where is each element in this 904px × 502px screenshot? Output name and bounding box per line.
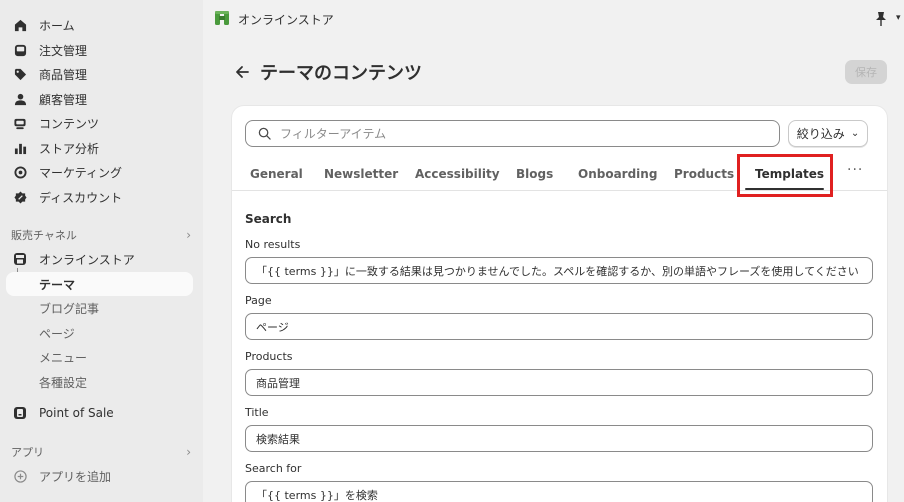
sidebar-item-label: ブログ記事 bbox=[39, 301, 100, 316]
tab-accessibility[interactable]: Accessibility bbox=[415, 156, 500, 191]
sidebar-item-label: ディスカウント bbox=[39, 190, 123, 205]
content-icon bbox=[12, 115, 28, 131]
sales-channels-label: 販売チャネル bbox=[11, 229, 77, 242]
sidebar-item-settings[interactable]: 各種設定 bbox=[6, 370, 193, 394]
more-tabs-button[interactable]: ··· bbox=[847, 162, 863, 178]
filter-search-input[interactable] bbox=[280, 126, 760, 141]
filter-button-label: 絞り込み bbox=[796, 127, 845, 141]
sidebar-item-label: マーケティング bbox=[39, 165, 123, 180]
store-name[interactable]: オンラインストア bbox=[238, 11, 334, 28]
sidebar-item-label: メニュー bbox=[39, 350, 88, 365]
store-icon bbox=[12, 251, 28, 267]
tab-blogs[interactable]: Blogs bbox=[516, 156, 553, 191]
sidebar-item-marketing[interactable]: マーケティング bbox=[6, 160, 193, 184]
search-icon bbox=[258, 127, 271, 140]
chevron-down-icon: ⌄ bbox=[850, 128, 860, 139]
save-button[interactable]: 保存 bbox=[845, 60, 887, 84]
sales-channels-header[interactable]: 販売チャネル › bbox=[11, 226, 191, 244]
plus-circle-icon bbox=[12, 468, 28, 484]
pin-icon[interactable] bbox=[874, 11, 888, 27]
page-title: テーマのコンテンツ bbox=[260, 63, 422, 84]
tab-newsletter[interactable]: Newsletter bbox=[324, 156, 398, 191]
field-label-products: Products bbox=[245, 350, 293, 363]
field-label-no-results: No results bbox=[245, 238, 301, 251]
tab-onboarding[interactable]: Onboarding bbox=[578, 156, 657, 191]
sidebar-item-label: 商品管理 bbox=[39, 67, 88, 82]
sidebar-item-add-app[interactable]: アプリを追加 bbox=[6, 464, 193, 488]
no-results-input[interactable]: 「{{ terms }}」に一致する結果は見つかりませんでした。スペルを確認する… bbox=[245, 257, 873, 284]
field-label-search-for: Search for bbox=[245, 462, 302, 475]
highlight-annotation-box bbox=[737, 154, 833, 197]
sidebar-item-label: 注文管理 bbox=[39, 43, 88, 58]
products-input[interactable]: 商品管理 bbox=[245, 369, 873, 396]
tab-general[interactable]: General bbox=[250, 156, 303, 191]
sidebar-item-pages[interactable]: ページ bbox=[6, 321, 193, 345]
title-input[interactable]: 検索結果 bbox=[245, 425, 873, 452]
sidebar-item-label: 各種設定 bbox=[39, 375, 88, 390]
filter-button[interactable]: 絞り込み ⌄ bbox=[788, 120, 868, 147]
sidebar-item-analytics[interactable]: ストア分析 bbox=[6, 136, 193, 160]
sidebar-item-label: アプリを追加 bbox=[39, 469, 112, 484]
sidebar-item-label: ホーム bbox=[39, 18, 75, 33]
sidebar-item-discounts[interactable]: ディスカウント bbox=[6, 185, 193, 209]
chevron-down-icon[interactable]: ▾ bbox=[896, 13, 901, 23]
pos-icon bbox=[12, 405, 28, 421]
sidebar-item-blog[interactable]: ブログ記事 bbox=[6, 296, 193, 320]
sidebar-item-home[interactable]: ホーム bbox=[6, 13, 193, 37]
sidebar-item-label: ストア分析 bbox=[39, 141, 100, 156]
sidebar-item-label: Point of Sale bbox=[39, 406, 114, 420]
filter-search-box[interactable] bbox=[245, 120, 780, 147]
sidebar-item-customers[interactable]: 顧客管理 bbox=[6, 87, 193, 111]
sidebar-item-label: オンラインストア bbox=[39, 252, 135, 267]
back-arrow-icon[interactable] bbox=[234, 60, 252, 84]
sidebar-item-label: コンテンツ bbox=[39, 116, 100, 131]
tag-icon bbox=[12, 66, 28, 82]
field-label-title: Title bbox=[245, 406, 269, 419]
chevron-right-icon: › bbox=[186, 228, 191, 242]
target-icon bbox=[12, 164, 28, 180]
person-icon bbox=[12, 91, 28, 107]
sidebar-item-theme[interactable]: テーマ bbox=[6, 272, 193, 296]
sidebar-item-orders[interactable]: 注文管理 bbox=[6, 38, 193, 62]
search-for-input[interactable]: 「{{ terms }}」を検索 bbox=[245, 481, 873, 502]
home-icon bbox=[12, 17, 28, 33]
content-card: 絞り込み ⌄ General Newsletter Accessibility … bbox=[232, 106, 887, 502]
field-label-page: Page bbox=[245, 294, 272, 307]
sidebar: ホーム 注文管理 商品管理 顧客管理 コンテンツ ストア分析 マーケティング デ… bbox=[0, 0, 203, 502]
sidebar-item-menu[interactable]: メニュー bbox=[6, 345, 193, 369]
section-title: Search bbox=[245, 212, 292, 226]
sidebar-item-content[interactable]: コンテンツ bbox=[6, 111, 193, 135]
sidebar-item-label: 顧客管理 bbox=[39, 92, 88, 107]
store-logo-icon bbox=[214, 10, 230, 26]
inbox-icon bbox=[12, 42, 28, 58]
sidebar-item-label: ページ bbox=[39, 326, 75, 341]
top-bar: オンラインストア ▾ bbox=[203, 0, 904, 38]
sidebar-item-products[interactable]: 商品管理 bbox=[6, 62, 193, 86]
page-input[interactable]: ページ bbox=[245, 313, 873, 340]
apps-header[interactable]: アプリ › bbox=[11, 443, 191, 461]
discount-icon bbox=[12, 189, 28, 205]
chevron-right-icon: › bbox=[186, 445, 191, 459]
tab-products[interactable]: Products bbox=[674, 156, 734, 191]
apps-label: アプリ bbox=[11, 446, 44, 459]
sidebar-item-online-store[interactable]: オンラインストア bbox=[6, 247, 193, 271]
bar-chart-icon bbox=[12, 140, 28, 156]
sidebar-item-pos[interactable]: Point of Sale bbox=[6, 401, 193, 425]
sidebar-item-label: テーマ bbox=[39, 277, 76, 292]
